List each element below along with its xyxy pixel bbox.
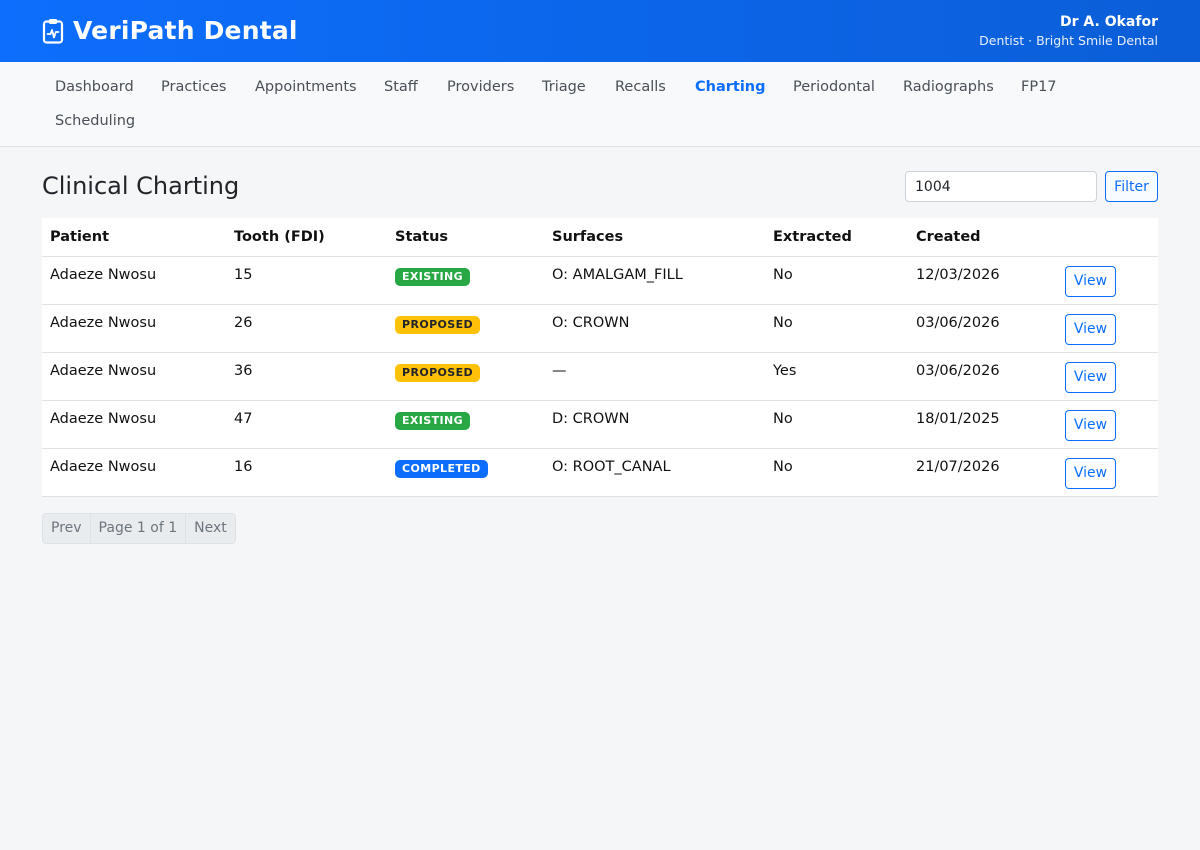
cell-surfaces: O: CROWN xyxy=(544,304,765,353)
cell-extracted: No xyxy=(765,256,908,305)
status-badge: COMPLETED xyxy=(395,459,488,478)
table-row: Adaeze Nwosu 26 PROPOSED O: CROWN No 03/… xyxy=(42,304,1158,353)
next-page-button[interactable]: Next xyxy=(186,514,235,543)
main-nav: Dashboard Practices Appointments Staff P… xyxy=(0,62,1200,147)
cell-extracted: No xyxy=(765,400,908,449)
column-header-status: Status xyxy=(387,218,544,257)
status-badge: PROPOSED xyxy=(395,315,481,334)
nav-item-periodontal[interactable]: Periodontal xyxy=(793,77,875,97)
user-info: Dr A. Okafor Dentist · Bright Smile Dent… xyxy=(979,13,1158,50)
view-button[interactable]: View xyxy=(1065,457,1116,489)
cell-extracted: No xyxy=(765,304,908,353)
column-header-patient: Patient xyxy=(42,218,226,257)
cell-tooth: 47 xyxy=(226,400,387,449)
cell-created: 18/01/2025 xyxy=(908,400,1057,449)
nav-item-triage[interactable]: Triage xyxy=(542,77,586,97)
column-header-extracted: Extracted xyxy=(765,218,908,257)
nav-item-practices[interactable]: Practices xyxy=(161,77,226,97)
user-name: Dr A. Okafor xyxy=(1060,14,1158,30)
column-header-actions xyxy=(1057,218,1158,257)
view-button[interactable]: View xyxy=(1065,409,1116,441)
status-badge: PROPOSED xyxy=(395,363,481,382)
status-badge: EXISTING xyxy=(395,411,471,430)
cell-created: 03/06/2026 xyxy=(908,352,1057,401)
table-row: Adaeze Nwosu 47 EXISTING D: CROWN No 18/… xyxy=(42,400,1158,449)
charting-table: Patient Tooth (FDI) Status Surfaces Extr… xyxy=(42,218,1158,497)
cell-extracted: Yes xyxy=(765,352,908,401)
table-row: Adaeze Nwosu 15 EXISTING O: AMALGAM_FILL… xyxy=(42,256,1158,305)
nav-item-radiographs[interactable]: Radiographs xyxy=(903,77,994,97)
clipboard-pulse-icon xyxy=(42,19,64,44)
brand[interactable]: VeriPath Dental xyxy=(42,14,298,48)
cell-created: 12/03/2026 xyxy=(908,256,1057,305)
status-badge: EXISTING xyxy=(395,267,471,286)
table-header-row: Patient Tooth (FDI) Status Surfaces Extr… xyxy=(42,218,1158,257)
cell-created: 21/07/2026 xyxy=(908,448,1057,497)
nav-item-providers[interactable]: Providers xyxy=(447,77,514,97)
column-header-surfaces: Surfaces xyxy=(544,218,765,257)
view-button[interactable]: View xyxy=(1065,265,1116,297)
prev-page-button[interactable]: Prev xyxy=(43,514,91,543)
nav-item-appointments[interactable]: Appointments xyxy=(255,77,357,97)
cell-patient: Adaeze Nwosu xyxy=(42,352,226,401)
cell-patient: Adaeze Nwosu xyxy=(42,304,226,353)
table-row: Adaeze Nwosu 36 PROPOSED — Yes 03/06/202… xyxy=(42,352,1158,401)
brand-name: VeriPath Dental xyxy=(73,16,298,45)
cell-surfaces: D: CROWN xyxy=(544,400,765,449)
nav-item-charting[interactable]: Charting xyxy=(695,77,766,97)
filter-button[interactable]: Filter xyxy=(1105,171,1158,202)
cell-extracted: No xyxy=(765,448,908,497)
view-button[interactable]: View xyxy=(1065,361,1116,393)
cell-surfaces: — xyxy=(544,352,765,401)
nav-item-recalls[interactable]: Recalls xyxy=(615,77,666,97)
cell-created: 03/06/2026 xyxy=(908,304,1057,353)
cell-patient: Adaeze Nwosu xyxy=(42,256,226,305)
column-header-tooth: Tooth (FDI) xyxy=(226,218,387,257)
page-indicator: Page 1 of 1 xyxy=(91,514,187,543)
page-title: Clinical Charting xyxy=(42,172,240,200)
nav-item-fp17[interactable]: FP17 xyxy=(1021,77,1057,97)
view-button[interactable]: View xyxy=(1065,313,1116,345)
nav-item-staff[interactable]: Staff xyxy=(384,77,418,97)
cell-surfaces: O: AMALGAM_FILL xyxy=(544,256,765,305)
app-header: VeriPath Dental Dr A. Okafor Dentist · B… xyxy=(0,0,1200,62)
nav-item-scheduling[interactable]: Scheduling xyxy=(55,111,135,131)
user-role: Dentist · Bright Smile Dental xyxy=(979,33,1158,48)
cell-tooth: 15 xyxy=(226,256,387,305)
nav-item-dashboard[interactable]: Dashboard xyxy=(55,77,134,97)
cell-tooth: 16 xyxy=(226,448,387,497)
cell-surfaces: O: ROOT_CANAL xyxy=(544,448,765,497)
cell-tooth: 26 xyxy=(226,304,387,353)
patient-filter-input[interactable] xyxy=(905,171,1097,202)
pagination: Prev Page 1 of 1 Next xyxy=(42,513,236,544)
column-header-created: Created xyxy=(908,218,1057,257)
cell-tooth: 36 xyxy=(226,352,387,401)
cell-patient: Adaeze Nwosu xyxy=(42,400,226,449)
table-row: Adaeze Nwosu 16 COMPLETED O: ROOT_CANAL … xyxy=(42,448,1158,497)
cell-patient: Adaeze Nwosu xyxy=(42,448,226,497)
